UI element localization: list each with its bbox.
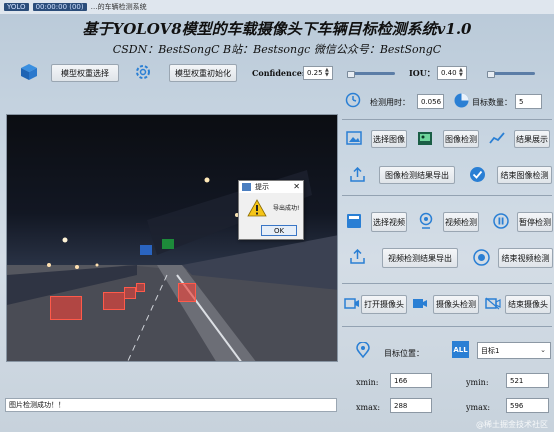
iou-value: 0.40 bbox=[441, 69, 457, 77]
settings-icon bbox=[134, 63, 152, 81]
stop-circle-icon bbox=[473, 249, 490, 266]
dialog-close-icon[interactable]: ✕ bbox=[293, 181, 300, 193]
select-image-button[interactable]: 选择图像 bbox=[371, 130, 407, 148]
page-subtitle: CSDN：BestSongC B站：Bestsongc 微信公众号：BestSo… bbox=[112, 43, 442, 56]
target-count-field: 5 bbox=[515, 94, 542, 109]
video-camera-icon bbox=[412, 297, 428, 310]
window-title: …的车辆检测系统 bbox=[90, 3, 147, 11]
divider bbox=[342, 283, 552, 284]
detection-box bbox=[50, 296, 82, 320]
camera-off-icon bbox=[485, 297, 501, 310]
video-file-icon bbox=[346, 213, 362, 229]
export-video-results-button[interactable]: 视频检测结果导出 bbox=[382, 248, 458, 268]
open-camera-button[interactable]: 打开摄像头 bbox=[361, 295, 407, 314]
window-title-blur-2: 00:00:00 (00) bbox=[32, 3, 87, 11]
detect-time-label: 检测用时： bbox=[370, 98, 410, 107]
stop-image-detect-button[interactable]: 结束图像检测 bbox=[497, 166, 552, 184]
dialog-message: 导出成功! bbox=[273, 205, 300, 212]
detection-box bbox=[124, 287, 136, 299]
divider bbox=[342, 326, 552, 327]
ymax-field: 596 bbox=[506, 398, 549, 413]
divider bbox=[342, 195, 552, 196]
warning-icon bbox=[247, 199, 267, 217]
chart-line-icon bbox=[489, 131, 505, 145]
detect-camera-button[interactable]: 摄像头检测 bbox=[433, 295, 479, 314]
confidence-label: Confidence: bbox=[252, 68, 305, 78]
detection-box bbox=[136, 283, 145, 292]
all-badge: ALL bbox=[452, 341, 469, 358]
iou-spinbox[interactable]: 0.40 ▲ ▼ bbox=[437, 66, 467, 80]
cube-icon bbox=[20, 63, 38, 81]
clock-icon bbox=[345, 92, 361, 108]
app-icon bbox=[242, 183, 251, 191]
pause-detect-button[interactable]: 暂停检测 bbox=[517, 212, 553, 232]
status-bar: 图片检测成功！！ bbox=[5, 398, 337, 412]
window-titlebar: YOLO 00:00:00 (00) …的车辆检测系统 bbox=[0, 0, 554, 14]
location-pin-icon bbox=[356, 342, 370, 358]
confidence-slider[interactable] bbox=[347, 71, 395, 78]
select-weights-button[interactable]: 模型权重选择 bbox=[51, 64, 119, 82]
select-video-button[interactable]: 选择视频 bbox=[371, 212, 407, 232]
confidence-spinbox[interactable]: 0.25 ▲ ▼ bbox=[303, 66, 333, 80]
page-title: 基于YOLOV8模型的车载摄像头下车辆目标检测系统v1.0 bbox=[82, 20, 472, 38]
target-position-label: 目标位置： bbox=[384, 349, 424, 358]
init-weights-button[interactable]: 模型权重初始化 bbox=[169, 64, 237, 82]
watermark: @稀土掘金技术社区 bbox=[476, 420, 548, 429]
target-select-value: 目标1 bbox=[481, 346, 500, 355]
chevron-down-icon[interactable]: ⌄ bbox=[540, 346, 546, 354]
close-camera-button[interactable]: 结束摄像头 bbox=[505, 295, 551, 314]
ymax-label: ymax: bbox=[466, 403, 491, 412]
show-results-button[interactable]: 结果展示 bbox=[514, 130, 550, 148]
target-count-label: 目标数量： bbox=[472, 98, 512, 107]
detect-time-field: 0.056 bbox=[417, 94, 444, 109]
image-detect-icon bbox=[417, 131, 433, 146]
window-title-blur: YOLO bbox=[4, 3, 29, 11]
detect-video-button[interactable]: 视频检测 bbox=[443, 212, 479, 232]
xmin-field: 166 bbox=[390, 373, 432, 388]
target-select[interactable]: 目标1 ⌄ bbox=[477, 342, 551, 359]
pause-icon bbox=[493, 213, 509, 229]
divider bbox=[342, 119, 552, 120]
xmin-label: xmin: bbox=[356, 378, 379, 387]
all-badge-label: ALL bbox=[453, 345, 468, 354]
upload-icon bbox=[350, 249, 365, 264]
confidence-value: 0.25 bbox=[307, 69, 323, 77]
xmax-label: xmax: bbox=[356, 403, 381, 412]
check-circle-icon bbox=[469, 166, 486, 183]
image-icon bbox=[346, 131, 362, 145]
iou-slider[interactable] bbox=[487, 71, 535, 78]
message-dialog: 提示 ✕ 导出成功! OK bbox=[238, 180, 304, 240]
iou-label: IOU： bbox=[409, 68, 435, 78]
spin-arrows-icon[interactable]: ▲ ▼ bbox=[325, 68, 331, 78]
xmax-field: 288 bbox=[390, 398, 432, 413]
ymin-label: ymin: bbox=[466, 378, 489, 387]
webcam-icon bbox=[418, 212, 434, 229]
dialog-ok-button[interactable]: OK bbox=[261, 225, 297, 236]
detection-box bbox=[178, 283, 196, 302]
detection-box bbox=[103, 292, 125, 310]
stop-video-detect-button[interactable]: 结束视频检测 bbox=[498, 248, 553, 268]
pie-chart-icon bbox=[453, 92, 470, 109]
camera-icon bbox=[344, 297, 360, 310]
spin-arrows-icon[interactable]: ▲ ▼ bbox=[459, 68, 465, 78]
ymin-field: 521 bbox=[506, 373, 549, 388]
export-image-results-button[interactable]: 图像检测结果导出 bbox=[379, 166, 455, 184]
detect-image-button[interactable]: 图像检测 bbox=[443, 130, 479, 148]
upload-icon bbox=[350, 167, 365, 182]
